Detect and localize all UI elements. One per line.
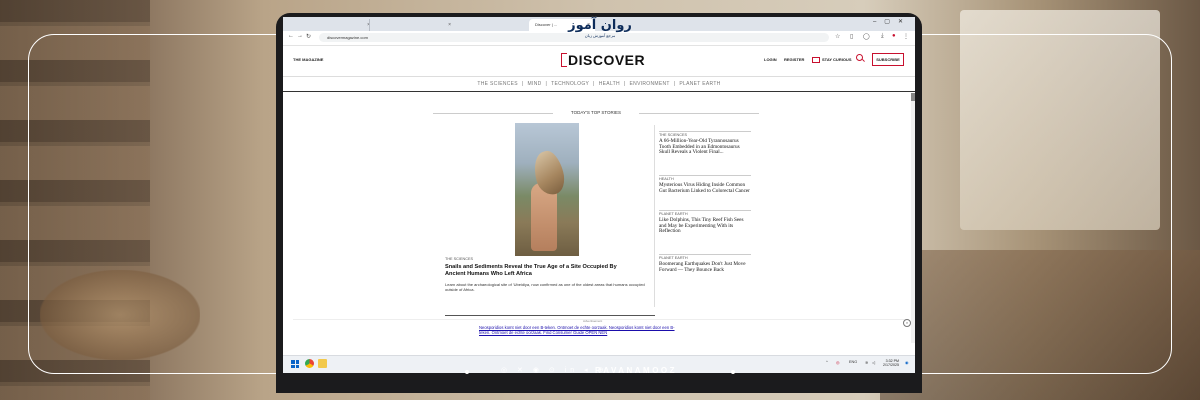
logo-mark [561, 53, 567, 67]
story-title[interactable]: Like Dolphins, This Tiny Reef Fish Sees … [659, 217, 751, 235]
nav-item-environment[interactable]: ENVIRONMENT [630, 81, 670, 87]
notification-icon[interactable]: ◉ [905, 360, 908, 365]
hero-divider [445, 315, 655, 316]
browser-tab[interactable]: × [283, 19, 375, 31]
section-title: TODAY'S TOP STORIES [433, 110, 759, 115]
story-title[interactable]: A 66-Million-Year-Old Tyrannosaurus Toot… [659, 138, 751, 156]
side-story[interactable]: HEALTH Mysterious Virus Hiding Inside Co… [659, 175, 751, 194]
nav-separator: | [521, 81, 524, 87]
footer-brand-text: RAVANAMOOZ [595, 366, 678, 375]
ad-label: Advertisement [583, 319, 603, 323]
menu-icon[interactable]: ⋮ [903, 33, 909, 40]
wifi-icon[interactable]: ≋ [865, 360, 868, 365]
brand-watermark: روان آموز مرجع آموزش زبان [565, 19, 635, 53]
brand-tagline: مرجع آموزش زبان [584, 33, 616, 38]
site-logo[interactable]: DISCOVER [561, 53, 645, 69]
newsletter-label: STAY CURIOUS [822, 57, 852, 63]
back-icon[interactable]: ← [288, 33, 294, 39]
profile-icon[interactable]: ◯ [863, 33, 870, 40]
security-icon[interactable]: ◎ [836, 360, 839, 365]
nav-separator: | [545, 81, 548, 87]
close-icon[interactable]: × [448, 19, 451, 31]
story-category[interactable]: PLANET EARTH [659, 254, 751, 260]
hero-description: Learn about the archaeological site of '… [445, 282, 645, 292]
nav-divider [283, 91, 915, 92]
nav-item-technology[interactable]: TECHNOLOGY [551, 81, 589, 87]
logo-text: DISCOVER [568, 52, 646, 68]
subscribe-button[interactable]: SUBSCRIBE [872, 53, 904, 66]
search-icon[interactable] [856, 54, 863, 61]
social-footer: ◎ ✕ ◉ ⊙ in ◂ ⊕ RAVANAMOOZ [465, 366, 737, 378]
forward-icon[interactable]: → [297, 33, 303, 39]
window-controls[interactable]: –▢✕ [873, 18, 911, 25]
social-icons: ◎ ✕ ◉ ⊙ in ◂ ⊕ [501, 367, 608, 374]
nav-separator: | [623, 81, 626, 87]
story-category[interactable]: PLANET EARTH [659, 210, 751, 216]
login-link[interactable]: LOGIN [764, 57, 777, 62]
side-story[interactable]: PLANET EARTH Like Dolphins, This Tiny Re… [659, 210, 751, 235]
column-divider [654, 125, 655, 307]
side-story[interactable]: THE SCIENCES A 66-Million-Year-Old Tyran… [659, 131, 751, 156]
scrollbar-thumb[interactable] [911, 93, 915, 101]
nav-separator: | [673, 81, 676, 87]
hero-category[interactable]: THE SCIENCES [445, 257, 655, 261]
nav-item-health[interactable]: HEALTH [599, 81, 620, 87]
chevron-up-icon[interactable]: ^ [826, 360, 828, 364]
page-scrollbar[interactable] [911, 93, 915, 343]
footer-dot [731, 370, 735, 374]
hero-story[interactable]: THE SCIENCES Snails and Sediments Reveal… [445, 257, 655, 315]
clock-date: 2/17/2025 [883, 363, 899, 368]
ad-link[interactable]: Neosporidios komt niet door een B-teken.… [479, 325, 679, 335]
nav-separator: | [593, 81, 595, 87]
laptop-screen: × × Discover | ... × –▢✕ ← → ↻ discoverma… [283, 17, 915, 373]
mail-icon [812, 57, 820, 63]
star-icon[interactable]: ☆ [835, 33, 840, 40]
volume-icon[interactable]: ◁ [872, 360, 875, 365]
story-category[interactable]: HEALTH [659, 175, 751, 181]
story-title[interactable]: Mysterious Virus Hiding Inside Common Gu… [659, 182, 751, 194]
system-clock[interactable]: 3:32 PM 2/17/2025 [883, 359, 899, 368]
browser-tab[interactable]: × [369, 19, 456, 31]
story-title[interactable]: Boomerang Earthquakes Don't Just Move Fo… [659, 261, 751, 273]
nav-item-the-sciences[interactable]: THE SCIENCES [477, 81, 518, 87]
category-nav: THE SCIENCES | MIND | TECHNOLOGY | HEALTH | ENVI… [283, 81, 915, 87]
magazine-link[interactable]: THE MAGAZINE [293, 57, 323, 62]
extensions-icon[interactable]: ▯ [850, 33, 853, 40]
nav-item-mind[interactable]: MIND [528, 81, 542, 87]
register-link[interactable]: REGISTER [784, 57, 804, 62]
close-icon[interactable]: × [903, 319, 911, 327]
tab-title: Discover | ... [535, 22, 558, 27]
reload-icon[interactable]: ↻ [306, 33, 311, 40]
hero-image[interactable] [515, 123, 579, 256]
nav-item-planet-earth[interactable]: PLANET EARTH [679, 81, 720, 87]
language-indicator[interactable]: ENG [849, 360, 857, 364]
download-icon[interactable]: ⤓ [881, 33, 884, 40]
avatar[interactable]: ● [892, 33, 896, 39]
brand-logo-text: روان آموز [568, 18, 632, 33]
chrome-icon[interactable] [305, 359, 314, 368]
footer-dot [465, 370, 469, 374]
windows-start-icon[interactable] [291, 360, 299, 368]
hero-title[interactable]: Snails and Sediments Reveal the True Age… [445, 264, 635, 278]
story-category[interactable]: THE SCIENCES [659, 131, 751, 137]
side-story[interactable]: PLANET EARTH Boomerang Earthquakes Don't… [659, 254, 751, 273]
folder-icon[interactable] [318, 359, 327, 368]
newsletter-link[interactable]: STAY CURIOUS [812, 57, 852, 63]
